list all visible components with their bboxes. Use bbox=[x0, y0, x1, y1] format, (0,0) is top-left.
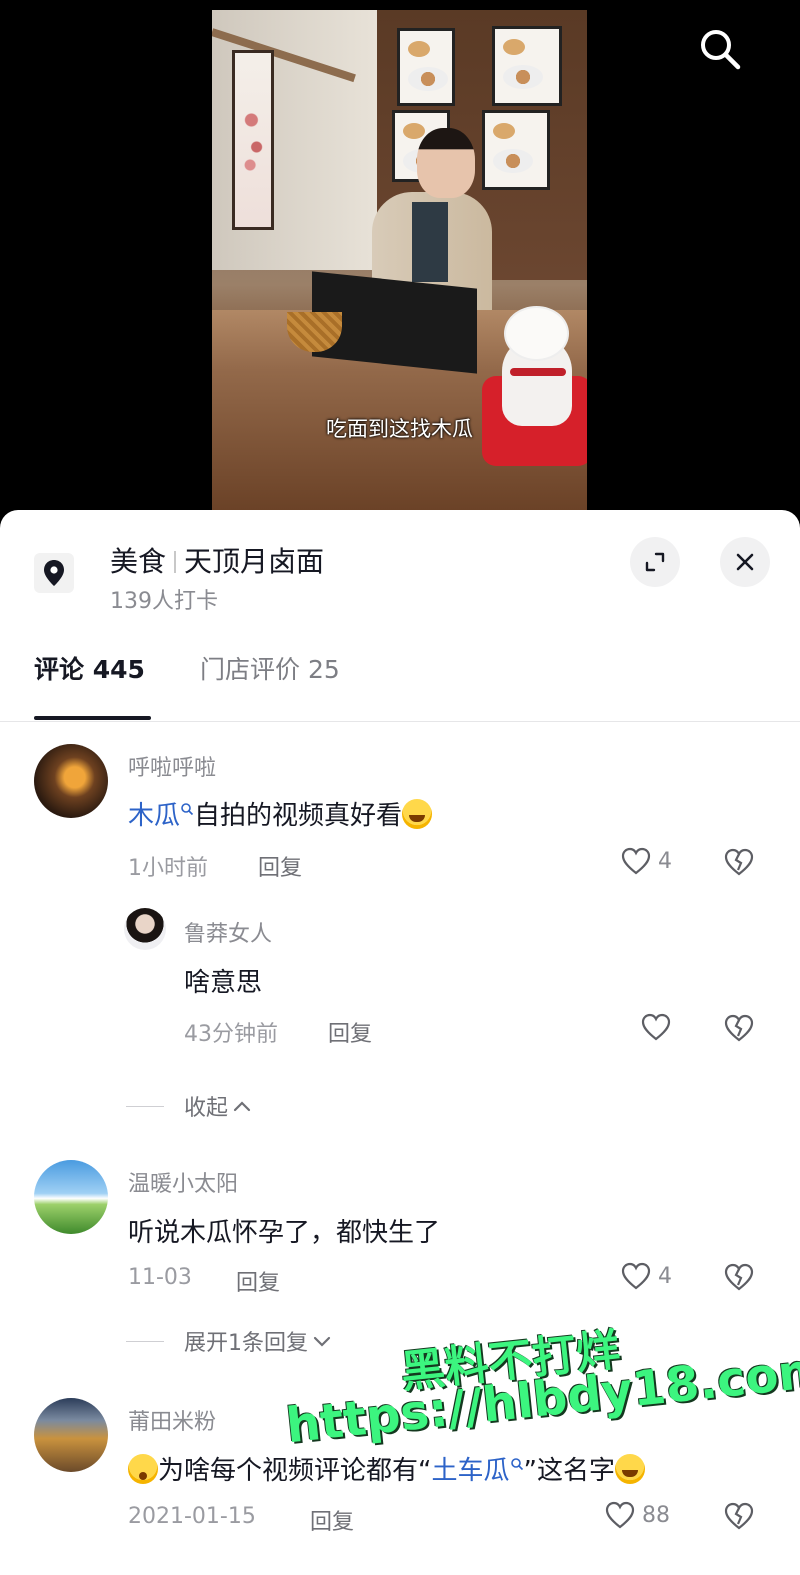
reply-username[interactable]: 鲁莽女人 bbox=[184, 916, 272, 948]
expand-replies-button[interactable]: 展开1条回复 bbox=[126, 1325, 332, 1357]
search-icon bbox=[510, 1458, 523, 1471]
flushed-emoji-icon bbox=[128, 1454, 158, 1484]
reply-button[interactable]: 回复 bbox=[258, 850, 302, 882]
comment-body: 为啥每个视频评论都有“ bbox=[158, 1456, 432, 1486]
tab-bar: 评论 445 门店评价 25 bbox=[0, 650, 800, 722]
avatar[interactable] bbox=[34, 744, 108, 818]
dislike-button[interactable] bbox=[722, 846, 756, 882]
video-frame: 吃面到这找木瓜 bbox=[212, 10, 587, 510]
like-count: 88 bbox=[642, 1502, 670, 1528]
video-scene-person-head bbox=[417, 128, 475, 198]
heart-icon bbox=[621, 847, 651, 875]
like-button[interactable] bbox=[640, 1012, 672, 1042]
reply-button[interactable]: 回复 bbox=[236, 1265, 280, 1297]
dislike-button[interactable] bbox=[722, 1500, 756, 1536]
broken-heart-icon bbox=[724, 848, 754, 876]
location-category: 美食 bbox=[110, 545, 167, 578]
avatar[interactable] bbox=[34, 1160, 108, 1234]
heart-icon bbox=[641, 1013, 671, 1041]
crying-laughing-emoji-icon bbox=[614, 1454, 645, 1484]
like-button[interactable]: 88 bbox=[604, 1500, 670, 1530]
like-button[interactable]: 4 bbox=[620, 1261, 672, 1291]
collapse-label: 收起 bbox=[184, 1096, 229, 1121]
comment-time: 2021-01-15 bbox=[128, 1504, 256, 1529]
close-icon bbox=[736, 553, 754, 571]
expand-button[interactable] bbox=[630, 537, 680, 587]
location-title[interactable]: 美食 天顶月卤面 bbox=[110, 540, 324, 580]
reply-button[interactable]: 回复 bbox=[310, 1504, 354, 1536]
tab-store-reviews[interactable]: 门店评价 25 bbox=[200, 650, 340, 686]
search-button[interactable] bbox=[696, 25, 744, 73]
video-subtitle: 吃面到这找木瓜 bbox=[326, 417, 473, 441]
video-scene-menu-board bbox=[482, 110, 550, 190]
dislike-button[interactable] bbox=[722, 1261, 756, 1297]
divider bbox=[126, 1340, 164, 1342]
broken-heart-icon bbox=[724, 1014, 754, 1042]
broken-heart-icon bbox=[724, 1502, 754, 1530]
heart-icon bbox=[621, 1262, 651, 1290]
comment-text: 为啥每个视频评论都有“土车瓜 ”这名字 bbox=[128, 1450, 645, 1487]
expand-icon bbox=[645, 552, 665, 572]
location-name: 天顶月卤面 bbox=[184, 545, 325, 578]
avatar[interactable] bbox=[34, 1398, 108, 1472]
video-scene-painting bbox=[232, 50, 274, 230]
comment-time: 11-03 bbox=[128, 1265, 192, 1290]
like-button[interactable]: 4 bbox=[620, 846, 672, 876]
comment-keyword-link[interactable]: 土车瓜 bbox=[431, 1456, 509, 1486]
comment-text: 木瓜 自拍的视频真好看 bbox=[128, 795, 433, 832]
rofl-emoji-icon bbox=[402, 799, 433, 829]
search-icon bbox=[181, 803, 194, 816]
heart-icon bbox=[605, 1501, 635, 1529]
comment-body: ”这名字 bbox=[523, 1456, 615, 1486]
chevron-up-icon bbox=[233, 1101, 251, 1112]
expand-replies-label: 展开1条回复 bbox=[184, 1331, 308, 1356]
like-count: 4 bbox=[658, 1263, 672, 1289]
location-pin-icon bbox=[34, 553, 74, 593]
video-scene-menu-board bbox=[397, 28, 455, 106]
video-scene-menu-board bbox=[492, 26, 562, 106]
active-tab-indicator bbox=[34, 716, 151, 720]
location-checkins: 139人打卡 bbox=[110, 589, 218, 614]
reply-button[interactable]: 回复 bbox=[328, 1016, 372, 1048]
comment-username[interactable]: 呼啦呼啦 bbox=[128, 750, 216, 782]
divider bbox=[174, 551, 177, 573]
comment-text: 听说木瓜怀孕了，都快生了 bbox=[128, 1218, 441, 1248]
comment-username[interactable]: 莆田米粉 bbox=[128, 1404, 216, 1436]
reply-time: 43分钟前 bbox=[184, 1022, 278, 1047]
dislike-button[interactable] bbox=[722, 1012, 756, 1048]
comment-username[interactable]: 温暖小太阳 bbox=[128, 1166, 238, 1198]
comment-time: 1小时前 bbox=[128, 856, 208, 881]
collapse-replies-button[interactable]: 收起 bbox=[126, 1090, 252, 1122]
comment-keyword-link[interactable]: 木瓜 bbox=[128, 801, 180, 831]
reply-text: 啥意思 bbox=[184, 968, 263, 998]
broken-heart-icon bbox=[724, 1263, 754, 1291]
chevron-down-icon bbox=[313, 1336, 331, 1347]
divider bbox=[126, 1105, 164, 1107]
close-button[interactable] bbox=[720, 537, 770, 587]
comment-body: 自拍的视频真好看 bbox=[194, 801, 403, 831]
tab-comments[interactable]: 评论 445 bbox=[34, 650, 145, 686]
search-icon bbox=[701, 30, 741, 70]
video-player[interactable]: 吃面到这找木瓜 bbox=[0, 0, 800, 530]
like-count: 4 bbox=[658, 848, 672, 874]
avatar[interactable] bbox=[124, 908, 166, 950]
